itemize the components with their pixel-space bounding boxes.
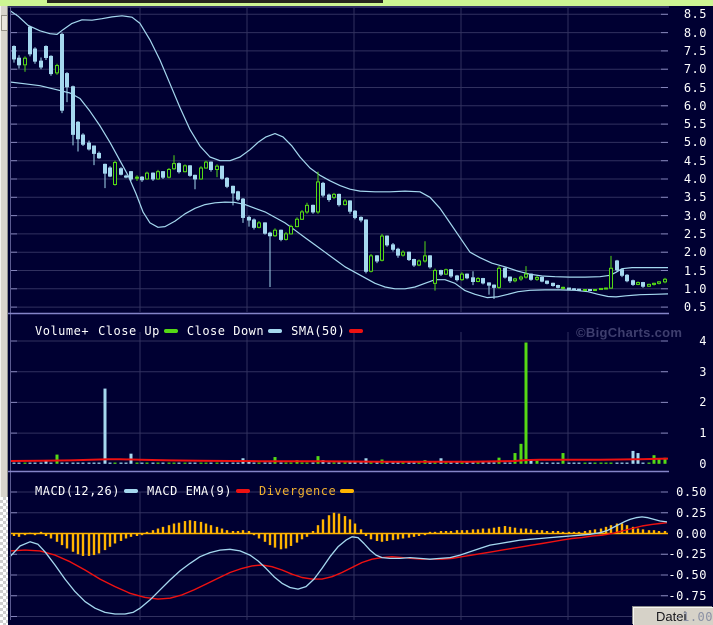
bigcharts-screenshot: 8.5 8.0 7.5 7.0 6.5 6.0 5.5 5.0 4.5 4.0 3.5 3.0 2.5 2… — [0, 0, 713, 625]
stock-chart-canvas — [8, 6, 713, 625]
volume-legend: Volume+ Close Up Close Down SMA(50) — [35, 324, 364, 338]
macd-axis-label: -0.25 — [668, 547, 707, 562]
volume-legend-title: Volume+ — [35, 324, 90, 338]
volume-axis-label: 0 — [699, 456, 707, 471]
price-axis-label: 8.0 — [683, 25, 707, 40]
macd-axis-label: -0.50 — [668, 568, 707, 582]
legend-item-macd-ema: MACD EMA(9) — [147, 484, 250, 498]
price-axis-label: 2.0 — [683, 245, 707, 260]
legend-item-close-down: Close Down — [187, 324, 283, 338]
price-axis-label: 1.0 — [683, 281, 707, 296]
volume-axis-label: 2 — [699, 395, 707, 410]
macd-axis-label: 0.25 — [676, 505, 707, 520]
legend-swatch-sma50-icon — [349, 329, 364, 333]
legend-item-close-up: Close Up — [98, 324, 178, 338]
axis-label-ghost: -1.00 — [674, 610, 713, 624]
price-axis-label: 2.5 — [683, 226, 707, 241]
price-axis-label: 8.5 — [683, 7, 707, 22]
volume-axis-label: 1 — [699, 426, 707, 441]
macd-axis-label: 0.50 — [676, 485, 707, 499]
price-axis-label: 6.5 — [683, 80, 707, 95]
top-window-strip-dark-segment — [47, 0, 383, 3]
price-axis-label: 5.0 — [683, 135, 707, 150]
legend-swatch-close-up-icon — [163, 329, 178, 333]
legend-swatch-divergence-icon — [340, 489, 355, 493]
volume-axis-label: 3 — [699, 364, 707, 379]
macd-axis-label: -0.75 — [668, 588, 707, 603]
price-axis-label: 3.0 — [683, 208, 707, 223]
bigcharts-watermark: ©BigCharts.com — [576, 325, 683, 340]
left-window-edge — [0, 6, 8, 497]
legend-item-sma50: SMA(50) — [291, 324, 364, 338]
price-axis-label: 3.5 — [683, 190, 707, 205]
legend-item-macd: MACD(12,26) — [35, 484, 138, 498]
macd-axis-label: 0.00 — [676, 526, 707, 541]
price-axis-label: 6.0 — [683, 98, 707, 113]
price-axis-label: 4.5 — [683, 153, 707, 168]
legend-swatch-macd-ema-icon — [235, 489, 250, 493]
price-axis-label: 5.5 — [683, 117, 707, 132]
scrollbar-button[interactable] — [1, 15, 8, 31]
macd-legend: MACD(12,26) MACD EMA(9) Divergence — [35, 484, 355, 498]
price-axis-label: 4.0 — [683, 172, 707, 186]
price-axis-label: 1.5 — [683, 263, 707, 278]
legend-swatch-macd-icon — [123, 489, 138, 493]
price-axis-label: 7.5 — [683, 43, 707, 58]
datei-menu-item[interactable]: Datei -1.00 — [633, 607, 713, 625]
legend-swatch-close-down-icon — [268, 329, 283, 333]
legend-item-divergence: Divergence — [259, 484, 355, 498]
price-axis-label: 7.0 — [683, 62, 707, 77]
chart-area: 8.5 8.0 7.5 7.0 6.5 6.0 5.5 5.0 4.5 4.0 3.5 3.0 2.5 2… — [8, 6, 713, 625]
price-axis-label: 0.5 — [683, 300, 707, 315]
transparency-checkerboard — [0, 497, 8, 625]
